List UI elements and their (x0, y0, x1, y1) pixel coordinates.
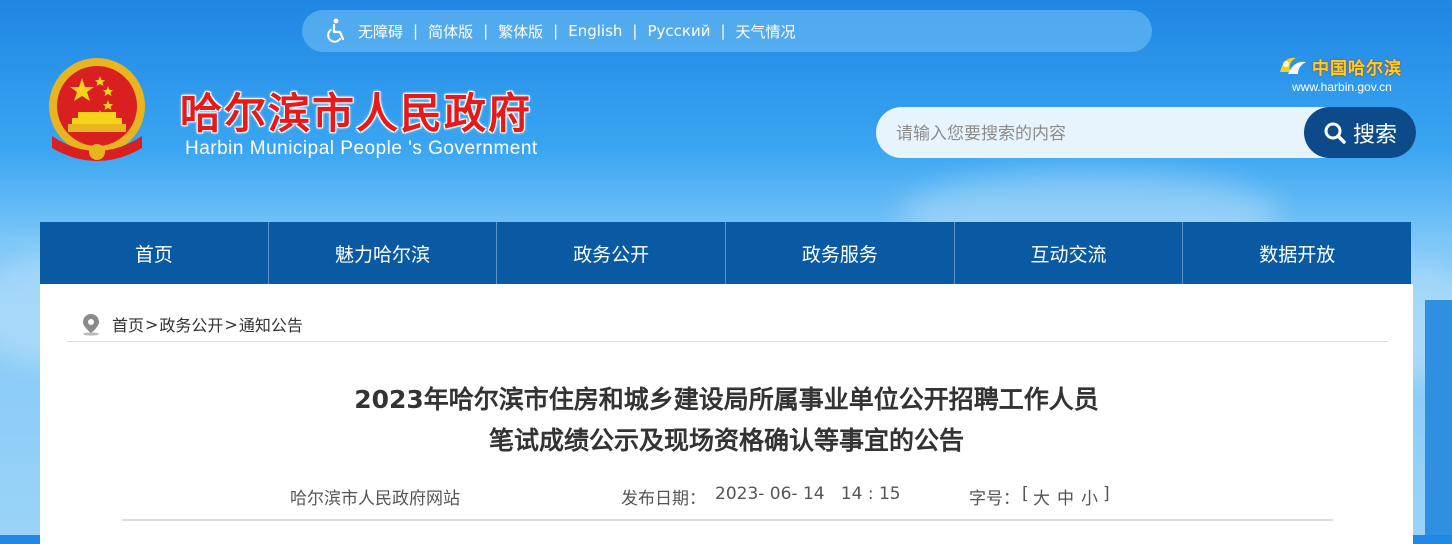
publish-date-value: 2023- 06- 14 14 : 15 (715, 484, 901, 504)
nav-item-charm-harbin[interactable]: 魅力哈尔滨 (269, 222, 498, 284)
site-title-en: Harbin Municipal People 's Government (185, 138, 538, 159)
accessibility-link[interactable]: 无障碍 (358, 21, 403, 42)
breadcrumb-home[interactable]: 首页 (112, 312, 144, 336)
article-title-line1: 2023年哈尔滨市住房和城乡建设局所属事业单位公开招聘工作人员 (354, 385, 1099, 414)
breadcrumb-government-affairs[interactable]: 政务公开 (159, 312, 223, 336)
weather-link[interactable]: 天气情况 (736, 21, 796, 42)
top-utility-bar: 无障碍 | 简体版 | 繁体版 | English | Русский | 天气… (302, 10, 1152, 52)
breadcrumb: 首页 > 政务公开 > 通知公告 (80, 312, 303, 336)
traditional-chinese-link[interactable]: 繁体版 (498, 21, 543, 42)
logo-text-cn: 中国哈尔滨 (1312, 59, 1402, 79)
national-emblem-icon (42, 56, 152, 168)
simplified-chinese-link[interactable]: 简体版 (428, 21, 473, 42)
russian-link[interactable]: Русский (647, 22, 710, 40)
nav-item-interaction[interactable]: 互动交流 (955, 222, 1184, 284)
font-size-bracket-open: [ (1022, 484, 1029, 504)
search-input[interactable] (894, 107, 1298, 160)
nav-item-government-services[interactable]: 政务服务 (726, 222, 955, 284)
search-button-label: 搜索 (1352, 122, 1397, 148)
article-card: 首页 > 政务公开 > 通知公告 2023年哈尔滨市住房和城乡建设局所属事业单位… (40, 284, 1413, 544)
breadcrumb-separator: > (145, 314, 159, 334)
separator: | (483, 22, 489, 40)
font-size-large[interactable]: 大 (1033, 484, 1050, 509)
article-source: 哈尔滨市人民政府网站 (290, 489, 460, 509)
site-title-cn: 哈尔滨市人民政府 (180, 89, 533, 138)
font-size-bracket-close: ] (1103, 484, 1110, 504)
font-size-label: 字号： (969, 489, 1020, 509)
search-icon (1324, 122, 1346, 144)
publish-date-label: 发布日期： (621, 489, 706, 509)
accessibility-icon[interactable] (324, 18, 350, 44)
logo-url: www.harbin.gov.cn (1292, 80, 1392, 94)
article-title-line2: 笔试成绩公示及现场资格确认等事宜的公告 (488, 426, 964, 455)
breadcrumb-separator: > (224, 314, 238, 334)
breadcrumb-notices[interactable]: 通知公告 (239, 312, 303, 336)
nav-item-government-affairs[interactable]: 政务公开 (497, 222, 727, 284)
separator: | (553, 22, 559, 40)
nav-item-home[interactable]: 首页 (40, 222, 269, 284)
location-pin-icon (83, 314, 99, 336)
search-button[interactable]: 搜索 (1304, 107, 1416, 158)
divider (67, 341, 1388, 342)
search-box: 搜索 (876, 107, 1416, 160)
english-link[interactable]: English (568, 22, 622, 40)
separator: | (632, 22, 638, 40)
font-size-small[interactable]: 小 (1081, 484, 1098, 509)
font-size-medium[interactable]: 中 (1057, 484, 1074, 509)
side-floating-widget[interactable] (1425, 300, 1452, 535)
harbin-logo[interactable]: 中国哈尔滨 www.harbin.gov.cn (1276, 52, 1416, 98)
separator: | (413, 22, 419, 40)
separator: | (720, 22, 726, 40)
main-nav: 首页 魅力哈尔滨 政务公开 政务服务 互动交流 数据开放 (40, 222, 1411, 284)
harbin-logo-icon (1276, 52, 1308, 80)
article-title: 2023年哈尔滨市住房和城乡建设局所属事业单位公开招聘工作人员 笔试成绩公示及现… (40, 379, 1413, 461)
divider (122, 519, 1333, 521)
nav-item-open-data[interactable]: 数据开放 (1183, 222, 1411, 284)
